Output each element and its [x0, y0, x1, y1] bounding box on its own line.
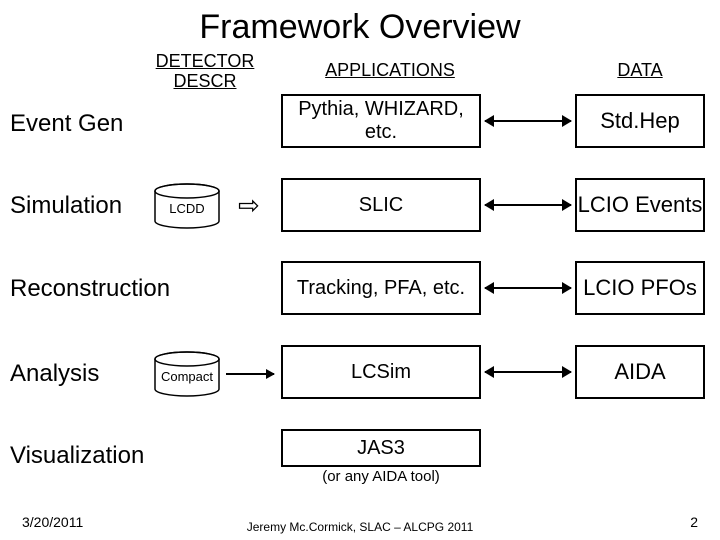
data-stdhep: Std.Hep	[575, 94, 705, 148]
cylinder-compact: Compact	[153, 351, 221, 397]
row-event-gen: Event Gen	[10, 110, 123, 138]
arrow-compact-to-lcsim	[226, 373, 274, 375]
app-analysis: LCSim	[281, 345, 481, 399]
arrow-lcdd-to-slic: ⇨	[238, 190, 260, 221]
cylinder-compact-label: Compact	[153, 369, 221, 384]
app-visualization-sub: (or any AIDA tool)	[281, 468, 481, 485]
footer-page: 2	[690, 514, 698, 530]
data-lcio-events: LCIO Events	[575, 178, 705, 232]
header-data: DATA	[600, 60, 680, 81]
cylinder-lcdd-label: LCDD	[153, 201, 221, 216]
row-visualization: Visualization	[10, 442, 144, 470]
header-detector: DETECTOR DESCR	[145, 52, 265, 92]
conn-reconstruction	[485, 287, 571, 289]
app-simulation: SLIC	[281, 178, 481, 232]
cylinder-lcdd: LCDD	[153, 183, 221, 229]
row-simulation: Simulation	[10, 192, 122, 220]
app-reconstruction: Tracking, PFA, etc.	[281, 261, 481, 315]
row-analysis: Analysis	[10, 360, 99, 388]
footer-credit: Jeremy Mc.Cormick, SLAC – ALCPG 2011	[0, 520, 720, 534]
conn-analysis	[485, 371, 571, 373]
row-reconstruction: Reconstruction	[10, 275, 170, 303]
app-event-gen: Pythia, WHIZARD, etc.	[281, 94, 481, 148]
data-aida: AIDA	[575, 345, 705, 399]
page-title: Framework Overview	[0, 0, 720, 47]
header-applications: APPLICATIONS	[300, 60, 480, 81]
app-visualization: JAS3	[281, 429, 481, 467]
conn-event-gen	[485, 120, 571, 122]
data-lcio-pfos: LCIO PFOs	[575, 261, 705, 315]
conn-simulation	[485, 204, 571, 206]
